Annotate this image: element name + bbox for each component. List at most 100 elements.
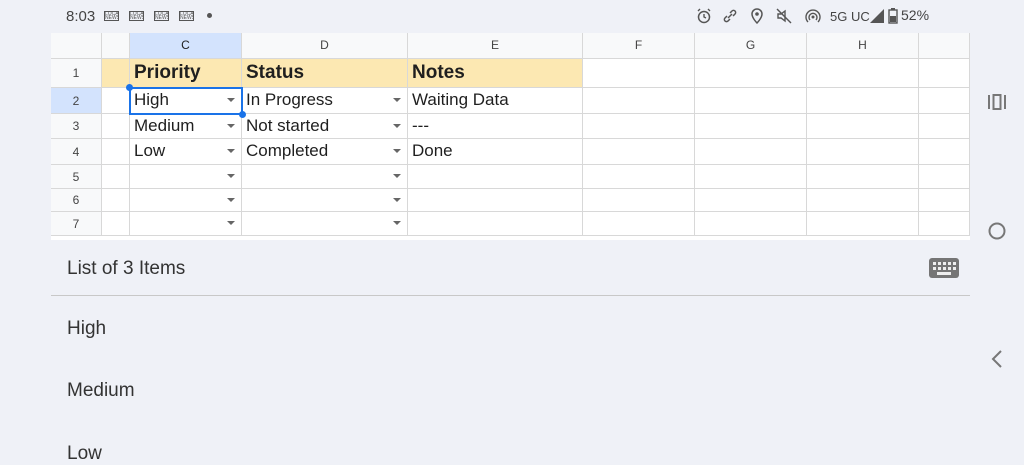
grid-cell[interactable] bbox=[583, 139, 695, 165]
dropdown-caret-icon[interactable] bbox=[393, 149, 401, 153]
dropdown-caret-icon[interactable] bbox=[393, 174, 401, 178]
header-cell-notes[interactable]: Notes bbox=[408, 59, 583, 88]
row-header-1[interactable]: 1 bbox=[51, 59, 102, 88]
grid-cell[interactable] bbox=[695, 88, 807, 114]
column-header-d[interactable]: D bbox=[242, 33, 408, 59]
dropdown-caret-icon[interactable] bbox=[227, 198, 235, 202]
picker-divider bbox=[51, 295, 970, 296]
dropdown-caret-icon[interactable] bbox=[227, 149, 235, 153]
column-header-h[interactable]: H bbox=[807, 33, 919, 59]
dropdown-picker-panel: List of 3 Items High Medium Low bbox=[51, 240, 970, 464]
grid-cell[interactable] bbox=[695, 114, 807, 139]
priority-cell[interactable] bbox=[130, 212, 242, 236]
recent-apps-icon[interactable] bbox=[987, 93, 1007, 111]
header-cell-priority[interactable]: Priority bbox=[130, 59, 242, 88]
grid-cell[interactable] bbox=[807, 59, 919, 88]
grid-cell[interactable] bbox=[919, 139, 970, 165]
grid-cell[interactable] bbox=[102, 189, 130, 212]
column-header-f[interactable]: F bbox=[583, 33, 695, 59]
grid-cell[interactable] bbox=[102, 114, 130, 139]
signal-icon bbox=[870, 9, 884, 23]
select-all-corner[interactable] bbox=[51, 33, 102, 59]
grid-cell[interactable] bbox=[807, 189, 919, 212]
selection-handle-top-left[interactable] bbox=[126, 84, 133, 91]
back-icon[interactable] bbox=[989, 349, 1005, 369]
priority-cell[interactable]: High bbox=[130, 88, 242, 114]
status-cell[interactable]: Completed bbox=[242, 139, 408, 165]
grid-cell[interactable] bbox=[695, 165, 807, 189]
status-cell[interactable] bbox=[242, 212, 408, 236]
grid-cell[interactable] bbox=[919, 165, 970, 189]
grid-cell[interactable] bbox=[695, 189, 807, 212]
column-header-c[interactable]: C bbox=[130, 33, 242, 59]
picker-option-high[interactable]: High bbox=[67, 318, 106, 340]
status-cell[interactable] bbox=[242, 189, 408, 212]
grid-cell[interactable] bbox=[695, 212, 807, 236]
dropdown-caret-icon[interactable] bbox=[227, 221, 235, 225]
grid-cell[interactable] bbox=[807, 139, 919, 165]
dropdown-caret-icon[interactable] bbox=[393, 98, 401, 102]
row-header-6[interactable]: 6 bbox=[51, 189, 102, 212]
grid-cell[interactable] bbox=[408, 189, 583, 212]
notes-cell[interactable]: --- bbox=[408, 114, 583, 139]
spreadsheet-grid[interactable]: C D E F G H 1 2 3 4 5 6 7 Priority Statu… bbox=[51, 33, 970, 240]
home-icon[interactable] bbox=[987, 221, 1007, 241]
grid-cell[interactable] bbox=[919, 114, 970, 139]
dropdown-caret-icon[interactable] bbox=[393, 221, 401, 225]
priority-cell[interactable]: Medium bbox=[130, 114, 242, 139]
grid-cell[interactable] bbox=[583, 212, 695, 236]
grid-cell[interactable] bbox=[408, 212, 583, 236]
grid-cell[interactable] bbox=[919, 212, 970, 236]
status-cell[interactable]: In Progress bbox=[242, 88, 408, 114]
row-header-5[interactable]: 5 bbox=[51, 165, 102, 189]
header-cell-status[interactable]: Status bbox=[242, 59, 408, 88]
grid-cell[interactable] bbox=[583, 88, 695, 114]
grid-cell[interactable] bbox=[807, 88, 919, 114]
dropdown-caret-icon[interactable] bbox=[393, 198, 401, 202]
column-header-next[interactable] bbox=[919, 33, 970, 59]
grid-cell[interactable] bbox=[102, 212, 130, 236]
grid-cell[interactable] bbox=[102, 165, 130, 189]
grid-cell[interactable] bbox=[102, 139, 130, 165]
grid-cell[interactable] bbox=[408, 165, 583, 189]
status-time: 8:03 bbox=[66, 8, 96, 25]
row-header-4[interactable]: 4 bbox=[51, 139, 102, 165]
dropdown-caret-icon[interactable] bbox=[393, 124, 401, 128]
dropdown-caret-icon[interactable] bbox=[227, 124, 235, 128]
dropdown-caret-icon[interactable] bbox=[227, 98, 235, 102]
grid-cell[interactable] bbox=[919, 59, 970, 88]
grid-cell[interactable] bbox=[807, 114, 919, 139]
grid-cell[interactable] bbox=[583, 189, 695, 212]
column-header-g[interactable]: G bbox=[695, 33, 807, 59]
row-header-3[interactable]: 3 bbox=[51, 114, 102, 139]
row-header-2[interactable]: 2 bbox=[51, 88, 102, 114]
cell-value: In Progress bbox=[246, 90, 333, 109]
dropdown-caret-icon[interactable] bbox=[227, 174, 235, 178]
news-icon: LOCAL NEWS bbox=[179, 11, 194, 21]
picker-option-medium[interactable]: Medium bbox=[67, 380, 135, 402]
column-header-hidden[interactable] bbox=[102, 33, 130, 59]
grid-cell[interactable] bbox=[695, 59, 807, 88]
grid-cell[interactable] bbox=[695, 139, 807, 165]
header-cell-b[interactable] bbox=[102, 59, 130, 88]
picker-option-low[interactable]: Low bbox=[67, 443, 102, 465]
grid-cell[interactable] bbox=[919, 189, 970, 212]
priority-cell[interactable] bbox=[130, 165, 242, 189]
grid-cell[interactable] bbox=[919, 88, 970, 114]
selection-handle-bottom-right[interactable] bbox=[239, 111, 246, 118]
notes-cell[interactable]: Done bbox=[408, 139, 583, 165]
priority-cell[interactable]: Low bbox=[130, 139, 242, 165]
grid-cell[interactable] bbox=[583, 59, 695, 88]
keyboard-icon[interactable] bbox=[929, 258, 959, 278]
row-header-7[interactable]: 7 bbox=[51, 212, 102, 236]
grid-cell[interactable] bbox=[807, 212, 919, 236]
status-cell[interactable] bbox=[242, 165, 408, 189]
notes-cell[interactable]: Waiting Data bbox=[408, 88, 583, 114]
grid-cell[interactable] bbox=[583, 114, 695, 139]
grid-cell[interactable] bbox=[807, 165, 919, 189]
priority-cell[interactable] bbox=[130, 189, 242, 212]
status-cell[interactable]: Not started bbox=[242, 114, 408, 139]
grid-cell[interactable] bbox=[583, 165, 695, 189]
column-header-e[interactable]: E bbox=[408, 33, 583, 59]
grid-cell[interactable] bbox=[102, 88, 130, 114]
